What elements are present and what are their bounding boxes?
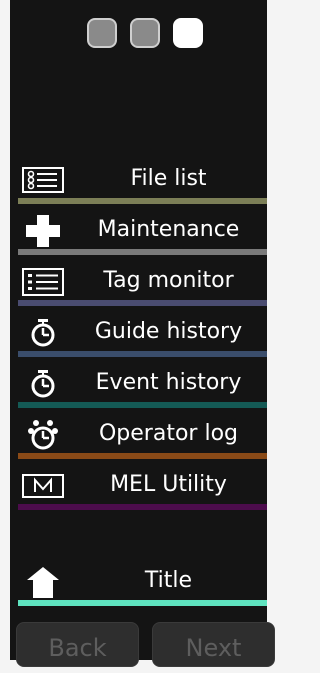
menu-item-label: Maintenance xyxy=(97,217,240,242)
menu-item-accent-bar xyxy=(18,300,267,306)
menu-item-title[interactable]: Title xyxy=(18,562,267,606)
menu-item-mel-utility[interactable]: MEL Utility xyxy=(18,466,267,510)
menu-item-label: Event history xyxy=(95,370,242,395)
stopwatch-icon xyxy=(22,368,64,400)
menu-item-label: File list xyxy=(130,166,207,191)
tag-monitor-icon xyxy=(22,266,64,298)
stopwatch-icon xyxy=(22,317,64,349)
menu-item-tag-monitor[interactable]: Tag monitor xyxy=(18,262,267,306)
menu-item-event-history[interactable]: Event history xyxy=(18,364,267,408)
menu-item-accent-bar xyxy=(18,504,267,510)
menu-item-label: Guide history xyxy=(94,319,243,344)
menu-item-label: Title xyxy=(144,568,193,593)
menu-item-accent-bar xyxy=(18,198,267,204)
menu-item-accent-bar xyxy=(18,249,267,255)
menu-item-guide-history[interactable]: Guide history xyxy=(18,313,267,357)
window-control-2-button[interactable] xyxy=(130,18,160,48)
menu-item-accent-bar xyxy=(18,453,267,459)
menu-item-label: Tag monitor xyxy=(103,268,234,293)
menu-item-file-list[interactable]: File list xyxy=(18,160,267,204)
next-button[interactable]: Next xyxy=(152,622,275,667)
maintenance-icon xyxy=(22,215,64,247)
side-menu-panel: File list Maintenance Tag monitor Guide … xyxy=(10,0,275,667)
menu-item-label: Operator log xyxy=(98,421,238,446)
file-list-icon xyxy=(22,164,64,196)
menu-item-maintenance[interactable]: Maintenance xyxy=(18,211,267,255)
mel-utility-icon xyxy=(22,470,64,502)
menu-item-label: MEL Utility xyxy=(110,472,227,497)
home-icon xyxy=(22,566,64,598)
operator-log-icon xyxy=(22,419,64,451)
menu-item-accent-bar xyxy=(18,351,267,357)
menu-item-accent-bar xyxy=(18,402,267,408)
back-button[interactable]: Back xyxy=(16,622,139,667)
menu-item-operator-log[interactable]: Operator log xyxy=(18,415,267,459)
window-control-1-button[interactable] xyxy=(87,18,117,48)
window-control-3-button[interactable] xyxy=(173,18,203,48)
menu-item-accent-bar xyxy=(18,600,267,606)
